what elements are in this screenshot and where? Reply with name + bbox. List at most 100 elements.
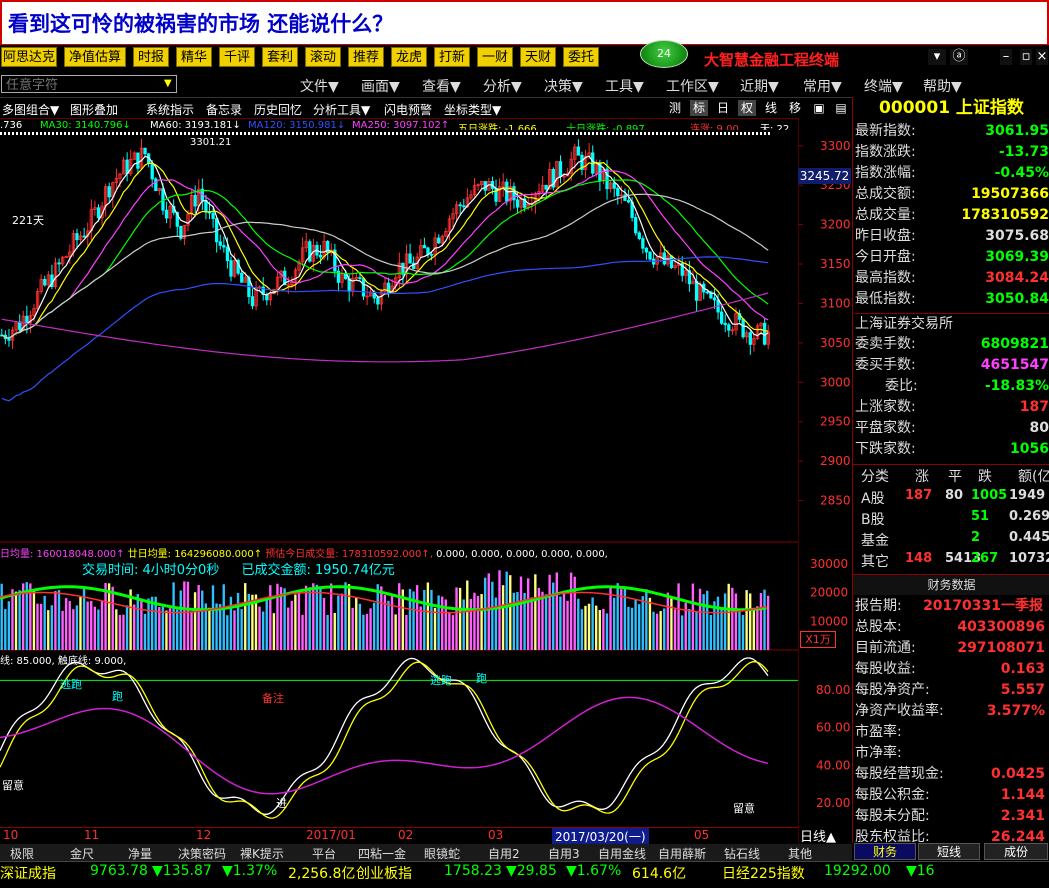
volume-bar: [663, 608, 666, 650]
ticker-item: ▼1.67%: [566, 863, 622, 879]
volume-bar: [731, 587, 734, 650]
chart-tool-button[interactable]: 图形叠加: [70, 101, 118, 118]
menu-item[interactable]: 帮助▼: [923, 76, 962, 96]
menu-item[interactable]: 工作区▼: [666, 76, 719, 96]
volume-bar: [752, 607, 755, 650]
search-dropdown-icon[interactable]: ▼: [164, 78, 172, 89]
top-dot: [16, 132, 18, 135]
toolbar-button[interactable]: 千评: [219, 47, 255, 67]
toolbar-button[interactable]: 净值估算: [64, 47, 126, 67]
indicator-tab[interactable]: 四粘一金: [358, 845, 406, 862]
chart-tool-button[interactable]: 备忘录: [206, 101, 242, 118]
chart-mode-button[interactable]: 移: [786, 100, 804, 116]
toolbar-button[interactable]: 滚动: [305, 47, 341, 67]
window-control-icon[interactable]: ▾: [928, 49, 946, 65]
cat-cell: 267: [971, 551, 999, 566]
candle-body: [358, 277, 362, 279]
ticker-item: 日经225指数: [722, 866, 805, 882]
top-dot: [220, 132, 222, 135]
indicator-tab[interactable]: 自用薛斯: [658, 845, 706, 862]
indicator-tab[interactable]: 自用金线: [598, 845, 646, 862]
price-tick: 3200: [820, 218, 851, 232]
toolbar-button[interactable]: 推荐: [348, 47, 384, 67]
top-dot: [188, 132, 190, 135]
chart-mode-button[interactable]: ▣: [810, 100, 828, 116]
window-control-icon[interactable]: ⓐ: [950, 49, 968, 65]
candle-body: [705, 291, 709, 294]
notification-badge[interactable]: 24: [640, 40, 688, 68]
menu-item[interactable]: 工具▼: [605, 76, 644, 96]
cat-cell: 187: [905, 488, 933, 503]
indicator-tab[interactable]: 钻石线: [724, 845, 760, 862]
chart-mode-button[interactable]: ▤: [832, 100, 850, 116]
stock-title[interactable]: 000001 上证指数: [853, 97, 1049, 120]
window-control-icon[interactable]: ▫: [1020, 49, 1032, 65]
window-control-icon[interactable]: ×: [1036, 49, 1048, 65]
chart-mode-button[interactable]: 权: [738, 100, 756, 116]
candle-body: [161, 188, 165, 211]
info-tab[interactable]: 短线: [918, 843, 980, 860]
menu-item[interactable]: 分析▼: [483, 76, 522, 96]
menu-item[interactable]: 终端▼: [864, 76, 903, 96]
chart-tool-button[interactable]: 闪电预警: [384, 101, 432, 118]
indicator-tab[interactable]: 自用2: [488, 845, 520, 862]
toolbar-button[interactable]: 阿思达克: [1, 47, 57, 67]
volume-bar: [50, 605, 54, 650]
indicator-tab[interactable]: 净量: [128, 845, 152, 862]
chart-tool-button[interactable]: 多图组合▼: [2, 101, 59, 118]
menu-item[interactable]: 决策▼: [544, 76, 583, 96]
chart-tool-button[interactable]: 系统指示: [146, 101, 194, 118]
volume-tick: 20000: [810, 586, 848, 600]
candle-body: [644, 247, 649, 253]
top-dot: [52, 132, 54, 135]
top-dot: [256, 132, 258, 135]
volume-bar: [36, 603, 39, 650]
menu-item[interactable]: 文件▼: [300, 76, 339, 96]
window-control-icon[interactable]: –: [1000, 49, 1012, 65]
toolbar-button[interactable]: 精华: [176, 47, 212, 67]
toolbar-button[interactable]: 龙虎: [391, 47, 427, 67]
top-dot: [356, 132, 358, 135]
indicator-tab[interactable]: 决策密码: [178, 845, 226, 862]
chart-mode-button[interactable]: 测: [666, 100, 684, 116]
chart-mode-button[interactable]: 日: [714, 100, 732, 116]
chart-mode-button[interactable]: 标: [690, 100, 708, 116]
menu-item[interactable]: 查看▼: [422, 76, 461, 96]
volume-unit[interactable]: X1万: [800, 631, 836, 648]
indicator-tab[interactable]: 极限: [10, 845, 34, 862]
indicator-tab[interactable]: 裸K提示: [240, 845, 284, 862]
indicator-tab[interactable]: 平台: [312, 845, 336, 862]
chart-tool-button[interactable]: 分析工具▼: [313, 101, 370, 118]
volume-bar: [233, 610, 236, 650]
menu-item[interactable]: 画面▼: [361, 76, 400, 96]
volume-bar: [569, 572, 573, 650]
top-dot: [244, 132, 246, 135]
price-tick: 3100: [820, 296, 851, 310]
toolbar-button[interactable]: 打新: [434, 47, 470, 67]
volume-bar: [140, 598, 143, 650]
chart-area[interactable]: [0, 130, 798, 845]
search-input[interactable]: [1, 75, 177, 93]
toolbar-button[interactable]: 委托: [563, 47, 599, 67]
indicator-tab[interactable]: 金尺: [70, 845, 94, 862]
volume-bar: [90, 600, 93, 650]
quote-value: -0.45%: [994, 165, 1049, 181]
volume-bar: [136, 594, 139, 650]
info-tab[interactable]: 财务: [854, 843, 916, 860]
period-tag[interactable]: 日线▲: [800, 826, 836, 845]
toolbar-button[interactable]: 套利: [262, 47, 298, 67]
menu-item[interactable]: 近期▼: [740, 76, 779, 96]
chart-tool-button[interactable]: 历史回忆: [254, 101, 302, 118]
indicator-tab[interactable]: 自用3: [548, 845, 580, 862]
info-tab[interactable]: 成份: [984, 843, 1048, 860]
toolbar-button[interactable]: 天财: [520, 47, 556, 67]
indicator-tab[interactable]: 眼镜蛇: [424, 845, 460, 862]
ticker-item: 深证成指: [0, 866, 56, 882]
chart-tool-button[interactable]: 坐标类型▼: [444, 101, 501, 118]
toolbar-button[interactable]: 一财: [477, 47, 513, 67]
top-dot: [40, 132, 42, 135]
chart-mode-button[interactable]: 线: [762, 100, 780, 116]
indicator-tab[interactable]: 其他: [788, 845, 812, 862]
menu-item[interactable]: 常用▼: [803, 76, 842, 96]
toolbar-button[interactable]: 时报: [133, 47, 169, 67]
